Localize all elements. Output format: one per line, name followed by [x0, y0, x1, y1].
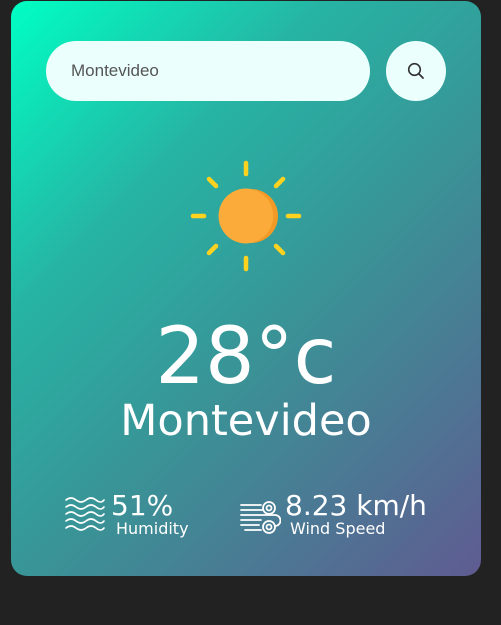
- sun-icon: [190, 160, 302, 272]
- wind-icon: [240, 501, 281, 534]
- temperature: 28°c: [155, 312, 337, 402]
- humidity-label: Humidity: [116, 519, 189, 538]
- weather-card: Montevideo 28°c Montevideo 51% Humidity …: [11, 1, 481, 576]
- humidity-detail: 51% Humidity: [64, 489, 234, 539]
- wind-detail: 8.23 km/h Wind Speed: [239, 489, 474, 539]
- search-input-value: Montevideo: [71, 61, 159, 80]
- search-button[interactable]: [386, 41, 446, 101]
- humidity-value: 51%: [111, 489, 174, 522]
- search-icon: [407, 62, 424, 79]
- search-input[interactable]: Montevideo: [46, 41, 370, 101]
- city-name: Montevideo: [120, 396, 372, 446]
- wind-speed-value: 8.23 km/h: [285, 489, 427, 522]
- wind-speed-label: Wind Speed: [290, 519, 386, 538]
- humidity-icon: [65, 497, 105, 531]
